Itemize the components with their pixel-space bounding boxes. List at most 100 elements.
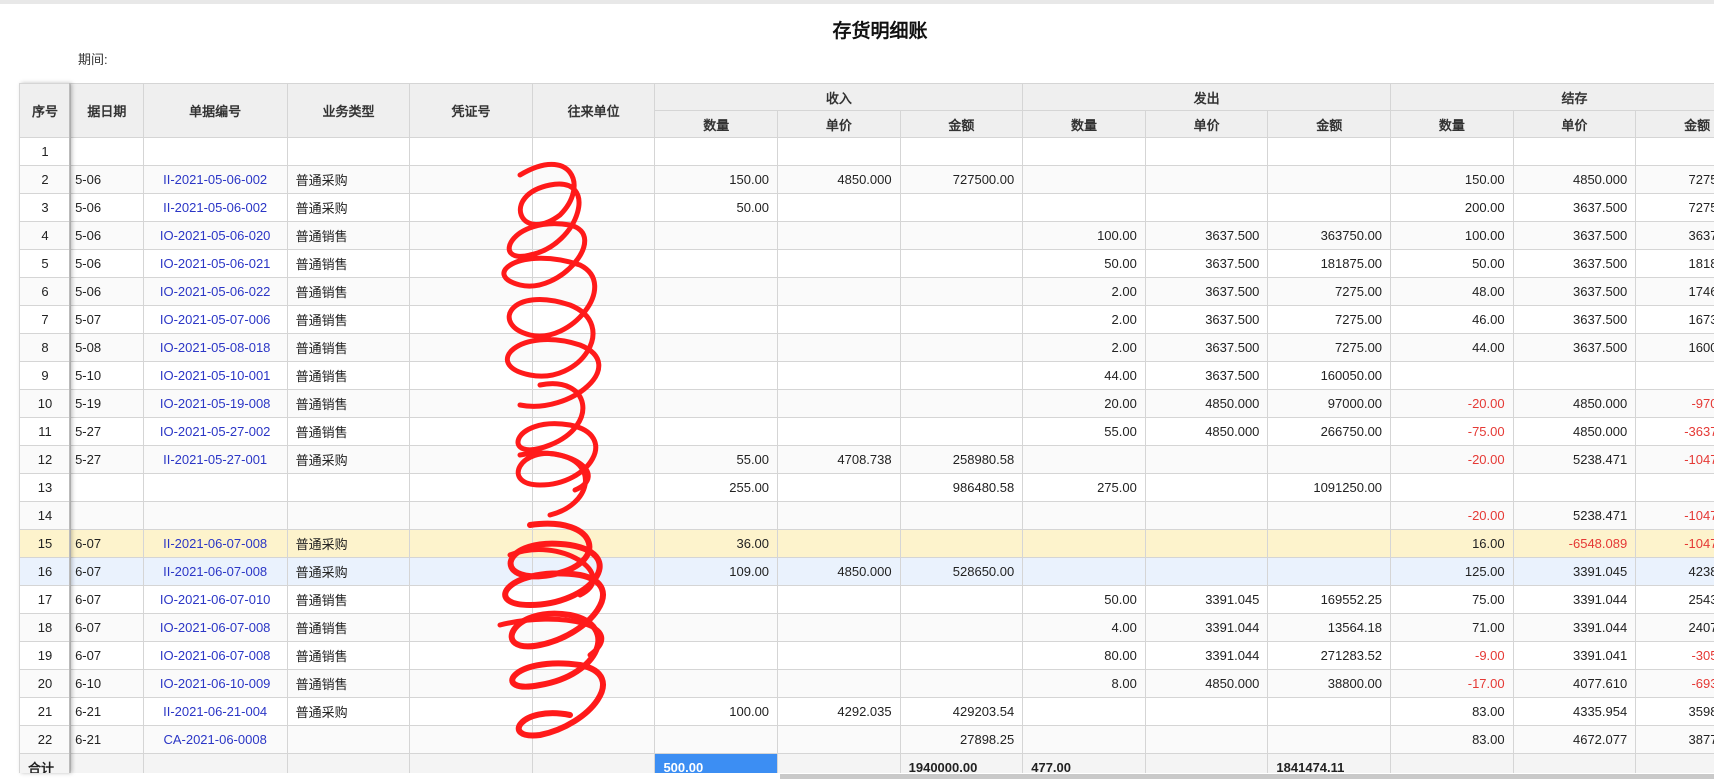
row-in-qty bbox=[654, 725, 779, 754]
row-date: 6-21 bbox=[70, 725, 144, 754]
row-date: 5-06 bbox=[70, 165, 144, 194]
header-bal-price[interactable]: 单价 bbox=[1512, 110, 1637, 138]
table-row[interactable]: 15 6-07 II-2021-06-07-008 普通采购 36.00 16.00 -65… bbox=[19, 529, 1714, 558]
table-row[interactable]: 11 5-27 IO-2021-05-27-002 普通销售 55.00 4850.000… bbox=[19, 417, 1714, 446]
table-row[interactable]: 2 5-06 II-2021-05-06-002 普通采购 150.00 4850.000… bbox=[19, 165, 1714, 194]
header-date[interactable]: 据日期 bbox=[70, 83, 144, 138]
table-row[interactable]: 7 5-07 IO-2021-05-07-006 普通销售 2.00 3637.500 72… bbox=[19, 305, 1714, 334]
row-biz-type: 普通销售 bbox=[286, 277, 411, 306]
row-doc-no[interactable]: IO-2021-05-27-002 bbox=[142, 417, 288, 446]
row-voucher bbox=[409, 417, 533, 446]
ledger-grid[interactable]: 序号 据日期 单据编号 业务类型 凭证号 往来单位 收入 发出 结存 数量 单价… bbox=[19, 83, 1714, 773]
row-doc-no[interactable]: IO-2021-05-08-018 bbox=[142, 333, 288, 362]
row-doc-no[interactable]: II-2021-05-27-001 bbox=[142, 445, 288, 474]
row-doc-no[interactable]: CA-2021-06-0008 bbox=[142, 725, 288, 754]
row-bal-qty bbox=[1390, 137, 1514, 166]
row-doc-no[interactable]: II-2021-05-06-002 bbox=[142, 193, 288, 222]
row-date: 5-08 bbox=[70, 333, 144, 362]
row-bal-price: 3637.500 bbox=[1512, 305, 1637, 334]
header-out-qty[interactable]: 数量 bbox=[1022, 110, 1146, 138]
row-out-qty: 2.00 bbox=[1022, 333, 1146, 362]
row-doc-no[interactable]: II-2021-06-21-004 bbox=[142, 697, 288, 726]
row-in-amount: 727500.00 bbox=[899, 165, 1024, 194]
row-in-amount bbox=[899, 277, 1024, 306]
table-row[interactable]: 10 5-19 IO-2021-05-19-008 普通销售 20.00 4850.000… bbox=[19, 389, 1714, 418]
table-row[interactable]: 21 6-21 II-2021-06-21-004 普通采购 100.00 4292.03… bbox=[19, 697, 1714, 726]
row-bal-amount: 727500.00 bbox=[1635, 165, 1714, 194]
header-biz-type[interactable]: 业务类型 bbox=[286, 83, 411, 138]
header-out-amount[interactable]: 金额 bbox=[1267, 110, 1392, 138]
row-in-amount bbox=[899, 613, 1024, 642]
table-row[interactable]: 17 6-07 IO-2021-06-07-010 普通销售 50.00 3391.045… bbox=[19, 585, 1714, 614]
row-doc-no[interactable]: IO-2021-05-19-008 bbox=[142, 389, 288, 418]
row-doc-no[interactable]: II-2021-06-07-008 bbox=[142, 557, 288, 586]
row-partner bbox=[531, 585, 656, 614]
table-row[interactable]: 13 255.00 986480.58 275.00 1091250.00 bbox=[19, 473, 1714, 502]
row-doc-no[interactable]: IO-2021-06-07-008 bbox=[142, 613, 288, 642]
row-bal-amount: 387782.42 bbox=[1635, 725, 1714, 754]
row-doc-no[interactable]: IO-2021-05-06-020 bbox=[142, 221, 288, 250]
header-voucher[interactable]: 凭证号 bbox=[409, 83, 533, 138]
row-doc-no[interactable] bbox=[142, 473, 288, 502]
table-row[interactable]: 1 bbox=[19, 137, 1714, 166]
row-doc-no[interactable]: IO-2021-06-10-009 bbox=[142, 669, 288, 698]
row-date bbox=[70, 501, 144, 530]
row-doc-no[interactable]: II-2021-05-06-002 bbox=[142, 165, 288, 194]
header-out-price[interactable]: 单价 bbox=[1144, 110, 1269, 138]
row-partner bbox=[531, 137, 656, 166]
row-doc-no[interactable]: IO-2021-05-07-006 bbox=[142, 305, 288, 334]
header-in-qty[interactable]: 数量 bbox=[654, 110, 779, 138]
table-row[interactable]: 20 6-10 IO-2021-06-10-009 普通销售 8.00 4850.000 3… bbox=[19, 669, 1714, 698]
table-row[interactable]: 12 5-27 II-2021-05-27-001 普通采购 55.00 4708.738… bbox=[19, 445, 1714, 474]
total-out-amount: 1841474.11 bbox=[1267, 753, 1392, 773]
header-in-price[interactable]: 单价 bbox=[777, 110, 901, 138]
row-doc-no[interactable] bbox=[142, 501, 288, 530]
row-in-qty bbox=[654, 249, 779, 278]
table-row[interactable]: 19 6-07 IO-2021-06-07-008 普通销售 80.00 3391.044… bbox=[19, 641, 1714, 670]
table-row[interactable]: 5 5-06 IO-2021-05-06-021 普通销售 50.00 3637.500 1… bbox=[19, 249, 1714, 278]
row-out-price bbox=[1144, 193, 1269, 222]
row-biz-type bbox=[286, 725, 411, 754]
table-row[interactable]: 9 5-10 IO-2021-05-10-001 普通销售 44.00 3637.500 1… bbox=[19, 361, 1714, 390]
row-out-qty bbox=[1022, 557, 1146, 586]
row-doc-no[interactable]: IO-2021-05-06-022 bbox=[142, 277, 288, 306]
table-row[interactable]: 4 5-06 IO-2021-05-06-020 普通销售 100.00 3637.500… bbox=[19, 221, 1714, 250]
row-seq: 11 bbox=[19, 417, 72, 446]
row-voucher bbox=[409, 249, 533, 278]
row-voucher bbox=[409, 501, 533, 530]
table-row[interactable]: 8 5-08 IO-2021-05-08-018 普通销售 2.00 3637.500 72… bbox=[19, 333, 1714, 362]
row-out-qty bbox=[1022, 137, 1146, 166]
row-in-amount bbox=[899, 193, 1024, 222]
row-doc-no[interactable]: IO-2021-06-07-010 bbox=[142, 585, 288, 614]
header-doc-no[interactable]: 单据编号 bbox=[142, 83, 288, 138]
header-in-amount[interactable]: 金额 bbox=[899, 110, 1024, 138]
table-row[interactable]: 18 6-07 IO-2021-06-07-008 普通销售 4.00 3391.044 1… bbox=[19, 613, 1714, 642]
row-doc-no[interactable] bbox=[142, 137, 288, 166]
row-seq: 8 bbox=[19, 333, 72, 362]
row-biz-type: 普通销售 bbox=[286, 585, 411, 614]
row-out-price: 4850.000 bbox=[1144, 669, 1269, 698]
row-doc-no[interactable]: IO-2021-06-07-008 bbox=[142, 641, 288, 670]
row-out-qty: 50.00 bbox=[1022, 249, 1146, 278]
period-label: 期间: bbox=[78, 52, 108, 67]
row-seq: 17 bbox=[19, 585, 72, 614]
table-row[interactable]: 14 -20.005238.471-104769.42 bbox=[19, 501, 1714, 530]
row-out-qty bbox=[1022, 529, 1146, 558]
header-partner[interactable]: 往来单位 bbox=[531, 83, 656, 138]
table-row[interactable]: 6 5-06 IO-2021-05-06-022 普通销售 2.00 3637.500 72… bbox=[19, 277, 1714, 306]
row-out-amount bbox=[1267, 165, 1392, 194]
header-bal-qty[interactable]: 数量 bbox=[1390, 110, 1514, 138]
horizontal-scrollbar[interactable] bbox=[780, 774, 1714, 779]
table-row[interactable]: 3 5-06 II-2021-05-06-002 普通采购 50.00 200.00 363… bbox=[19, 193, 1714, 222]
row-doc-no[interactable]: II-2021-06-07-008 bbox=[142, 529, 288, 558]
total-cell-empty bbox=[142, 753, 288, 773]
row-doc-no[interactable]: IO-2021-05-10-001 bbox=[142, 361, 288, 390]
row-in-price: 4292.035 bbox=[777, 697, 901, 726]
header-seq[interactable]: 序号 bbox=[19, 83, 72, 138]
total-in-qty-cell[interactable]: 500.00 bbox=[654, 753, 779, 773]
header-bal-amount[interactable]: 金额 bbox=[1635, 110, 1714, 138]
row-partner bbox=[531, 613, 656, 642]
table-row[interactable]: 22 6-21 CA-2021-06-0008 27898.25 83.00 4672.0… bbox=[19, 725, 1714, 754]
table-row[interactable]: 16 6-07 II-2021-06-07-008 普通采购 109.00 4850.00… bbox=[19, 557, 1714, 586]
row-doc-no[interactable]: IO-2021-05-06-021 bbox=[142, 249, 288, 278]
